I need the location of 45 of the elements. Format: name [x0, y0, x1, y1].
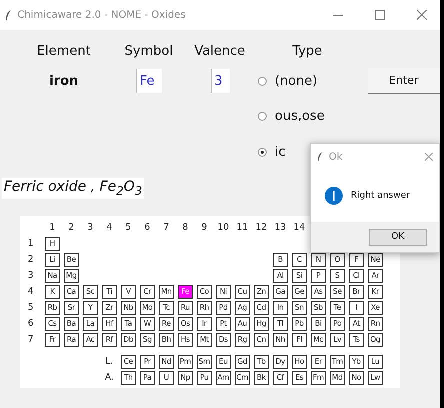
column-header: Type [292, 44, 322, 58]
period-number: 1 [28, 238, 35, 251]
group-number: 10 [216, 222, 230, 235]
element-name: iron [49, 74, 79, 88]
column-header: Element [37, 44, 91, 58]
group-number: 13 [274, 222, 288, 235]
period-number: 5 [28, 302, 35, 315]
feather-icon [5, 10, 12, 20]
result-text: Ferric oxide , Fe$_{2}$O$_{3}$ [2, 178, 144, 199]
period-number: 4 [28, 286, 35, 299]
ok-button[interactable]: OK [369, 228, 427, 246]
maximize-icon[interactable] [375, 10, 385, 20]
group-number: 5 [124, 222, 132, 235]
enter-button[interactable]: Enter [368, 68, 440, 94]
group-number: 2 [68, 222, 76, 235]
type-radio[interactable]: (none) [250, 74, 365, 88]
close-icon[interactable] [425, 153, 433, 161]
group-number: 6 [144, 222, 152, 235]
period-number: 6 [28, 318, 35, 331]
minimize-icon[interactable] [333, 14, 343, 16]
series-label: A. [104, 372, 115, 385]
group-number: 8 [182, 222, 190, 235]
period-number: 7 [28, 334, 35, 347]
type-radio[interactable]: ous,ose [250, 108, 365, 124]
group-number: 9 [200, 222, 208, 235]
column-header: Symbol [124, 44, 174, 58]
group-number: 3 [86, 222, 94, 235]
info-icon [325, 187, 343, 205]
valence-field[interactable]: 3 [210, 69, 230, 93]
column-header: Valence [194, 44, 246, 58]
period-number: 3 [28, 270, 35, 283]
group-number: 14 [292, 222, 306, 235]
symbol-field[interactable]: Fe [136, 69, 162, 93]
window-title: Chimicaware 2.0 - NOME - Oxides [18, 10, 187, 20]
group-number: 12 [254, 222, 268, 235]
dialog-message: Right answer [351, 191, 410, 201]
group-number: 11 [236, 222, 250, 235]
close-icon[interactable] [417, 10, 427, 20]
group-number: 4 [106, 222, 114, 235]
series-label: L. [104, 356, 114, 369]
feather-icon [317, 152, 323, 162]
group-number: 7 [162, 222, 170, 235]
dialog-title: Ok [329, 152, 344, 162]
group-number: 1 [48, 222, 56, 235]
period-number: 2 [28, 254, 35, 267]
